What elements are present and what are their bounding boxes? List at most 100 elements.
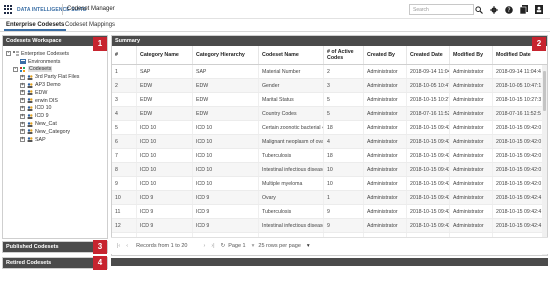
- expand-icon[interactable]: +: [20, 137, 25, 143]
- callout-badge-3: 3: [93, 240, 107, 254]
- table-cell: 2018-10-15 09:42:0: [407, 177, 450, 190]
- table-cell: 6: [112, 135, 137, 148]
- table-row[interactable]: 8 ICD 10 ICD 10 Intestinal infectious disea…: [112, 163, 547, 177]
- prev-page-icon[interactable]: ‹: [126, 243, 128, 249]
- tab-enterprise-codesets[interactable]: Enterprise Codesets: [4, 21, 67, 31]
- table-cell: ICD 10: [193, 121, 259, 134]
- column-header[interactable]: Created Date: [407, 46, 450, 64]
- scrollbar-thumb[interactable]: [543, 71, 546, 111]
- tree-item[interactable]: + ICD 10: [6, 105, 79, 113]
- tree-item[interactable]: + ICD 9: [6, 112, 79, 120]
- table-cell: 12: [112, 219, 137, 232]
- table-row[interactable]: 11 ICD 9 ICD 9 Tuberculosis 9 Administrator 20…: [112, 205, 547, 219]
- search-input[interactable]: [409, 4, 474, 15]
- table-cell: Administrator: [450, 219, 493, 232]
- tree-item[interactable]: +3rd Party Flat Files: [6, 73, 79, 81]
- table-cell: ICD 10: [137, 135, 193, 148]
- expand-icon[interactable]: +: [20, 105, 25, 111]
- table-cell: 1: [112, 65, 137, 78]
- column-header[interactable]: Category Hierarchy: [193, 46, 259, 64]
- bottom-strip: [111, 258, 548, 266]
- table-cell: 2018-10-15 09:42:0: [407, 149, 450, 162]
- table-row[interactable]: 10 ICD 9 ICD 9 Ovary 1 Administrator 2018-10-1…: [112, 191, 547, 205]
- table-row[interactable]: 6 ICD 10 ICD 10 Malignant neoplasm of ova 4 A…: [112, 135, 547, 149]
- table-cell: Administrator: [364, 219, 407, 232]
- tab-codeset-mappings[interactable]: Codeset Mappings: [63, 21, 117, 29]
- column-header[interactable]: Category Name: [137, 46, 193, 64]
- table-cell: 9: [324, 219, 364, 232]
- table-cell: Administrator: [364, 205, 407, 218]
- group-icon: [27, 114, 33, 119]
- user-icon[interactable]: [534, 4, 544, 15]
- expand-icon[interactable]: +: [20, 74, 25, 80]
- column-header[interactable]: #: [112, 46, 137, 64]
- table-cell: 2018-10-15 09:42:0: [407, 163, 450, 176]
- rows-per-page-chevron-icon[interactable]: ▾: [307, 243, 310, 249]
- callout-badge-2: 2: [532, 37, 546, 51]
- column-header[interactable]: Codeset Name: [259, 46, 324, 64]
- header-actions: ?: [474, 4, 544, 15]
- search-icon[interactable]: [474, 4, 484, 15]
- table-cell: Administrator: [364, 135, 407, 148]
- collapse-icon[interactable]: -: [6, 51, 11, 57]
- table-row[interactable]: 9 ICD 10 ICD 10 Multiple myeloma 10 Administr…: [112, 177, 547, 191]
- tree-item-label: AP3 Demo: [35, 82, 61, 89]
- table-cell: ICD 10: [137, 149, 193, 162]
- table-row[interactable]: 7 ICD 10 ICD 10 Tuberculosis 18 Administrator…: [112, 149, 547, 163]
- table-cell: 4: [112, 107, 137, 120]
- table-cell: Administrator: [450, 79, 493, 92]
- table-cell: ICD 10: [193, 135, 259, 148]
- tree-item-label: Codesets: [28, 66, 53, 73]
- tree-item[interactable]: + New_Cat: [6, 120, 79, 128]
- tree-item[interactable]: + erwin DIS: [6, 97, 79, 105]
- tree-item[interactable]: + New_Category: [6, 128, 79, 136]
- table-cell: 2018-10-15 09:42:0: [407, 121, 450, 134]
- group-icon: [27, 82, 33, 88]
- expand-icon[interactable]: +: [20, 113, 25, 119]
- tab-bar: Enterprise Codesets Codeset Mappings: [0, 19, 550, 32]
- last-page-icon[interactable]: ›|: [211, 243, 214, 249]
- collapse-icon[interactable]: -: [13, 66, 18, 72]
- tree-item[interactable]: - Codesets: [6, 66, 79, 74]
- column-header[interactable]: Created By: [364, 46, 407, 64]
- table-cell: Intestinal infectious disease: [259, 163, 324, 176]
- column-header[interactable]: # of Active Codes: [324, 46, 364, 64]
- expand-icon[interactable]: +: [20, 82, 25, 88]
- vertical-scrollbar[interactable]: [542, 65, 547, 255]
- tree-item[interactable]: Environments: [6, 58, 79, 66]
- table-cell: 3: [112, 93, 137, 106]
- table-cell: Ovary: [259, 191, 324, 204]
- gear-icon[interactable]: [489, 4, 499, 15]
- column-header[interactable]: Modified By: [450, 46, 493, 64]
- refresh-icon[interactable]: ↻: [221, 243, 226, 249]
- group-icon: [27, 75, 33, 80]
- table-row[interactable]: 2 EDW EDW Gender 3 Administrator 2018-10-05 10…: [112, 79, 547, 93]
- documents-icon[interactable]: [519, 4, 529, 15]
- first-page-icon[interactable]: |‹: [117, 243, 120, 249]
- table-row[interactable]: 1 SAP SAP Material Number 2 Administrator 2018…: [112, 65, 547, 79]
- table-row[interactable]: 4 EDW EDW Country Codes 5 Administrator 2018-0…: [112, 107, 547, 121]
- tree-item-label: 3rd Party Flat Files: [35, 74, 80, 81]
- table-cell: 2018-10-15 09:42:4: [493, 205, 547, 218]
- expand-icon[interactable]: +: [20, 98, 25, 104]
- table-row[interactable]: 12 ICD 9 ICD 9 Intestinal infectious diseas…: [112, 219, 547, 233]
- tree-item[interactable]: + SAP: [6, 136, 79, 144]
- table-row[interactable]: 3 EDW EDW Marital Status 5 Administrator 2018-…: [112, 93, 547, 107]
- rows-per-page-select[interactable]: 25 rows per page: [258, 243, 301, 249]
- svg-text:?: ?: [507, 7, 510, 14]
- expand-icon[interactable]: +: [20, 90, 25, 96]
- expand-icon[interactable]: +: [20, 129, 25, 135]
- page-dropdown-icon[interactable]: ▾: [252, 243, 255, 249]
- tree-item[interactable]: - Enterprise Codesets: [6, 50, 79, 58]
- next-page-icon[interactable]: ›: [203, 243, 205, 249]
- published-codesets-title: Published Codesets: [3, 242, 107, 252]
- table-cell: 2018-10-15 09:42:0: [493, 135, 547, 148]
- app-title: Codeset Manager: [67, 6, 115, 12]
- help-icon[interactable]: ?: [504, 4, 514, 15]
- group-icon: [27, 121, 33, 127]
- tree-item[interactable]: + EDW: [6, 89, 79, 97]
- app-grid-icon[interactable]: [4, 5, 13, 14]
- expand-icon[interactable]: +: [20, 121, 25, 127]
- table-row[interactable]: 5 ICD 10 ICD 10 Certain zoonotic bacterial …: [112, 121, 547, 135]
- tree-item[interactable]: + AP3 Demo: [6, 81, 79, 89]
